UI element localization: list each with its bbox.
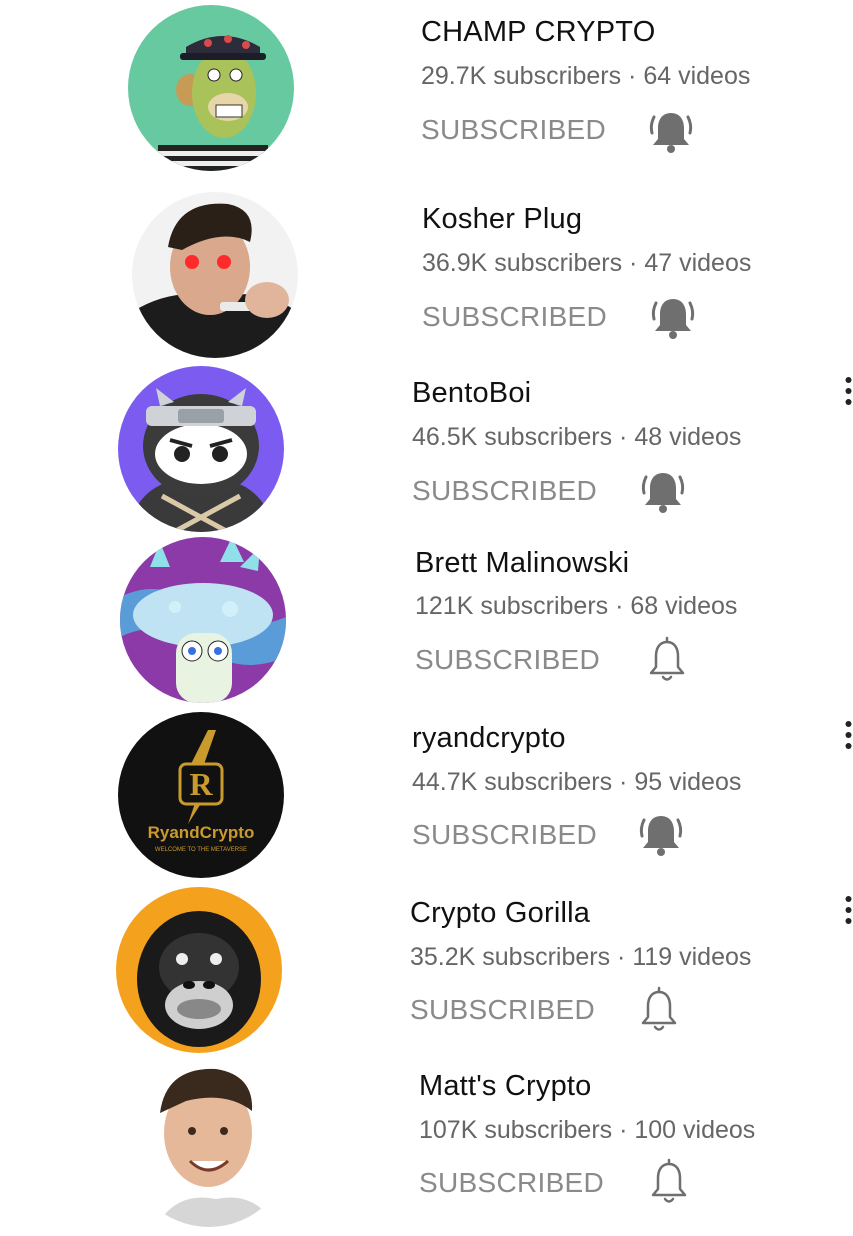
svg-text:R: R (189, 766, 213, 802)
channel-stats: 36.9K subscribers · 47 videos (422, 249, 752, 277)
channel-row[interactable]: Matt's Crypto 107K subscribers · 100 vid… (0, 1061, 853, 1236)
bell-ringing-icon[interactable] (638, 810, 684, 860)
video-count: 119 videos (632, 943, 752, 971)
subscribed-button[interactable]: SUBSCRIBED (419, 1167, 604, 1199)
video-count: 95 videos (634, 768, 742, 796)
channel-avatar[interactable] (116, 887, 282, 1053)
subscribed-button[interactable]: SUBSCRIBED (410, 994, 595, 1026)
subscriber-count: 44.7K subscribers (412, 768, 613, 796)
channel-avatar[interactable] (118, 366, 284, 532)
channel-avatar[interactable] (132, 192, 298, 358)
bell-ringing-icon[interactable] (650, 293, 696, 343)
subscriber-count: 46.5K subscribers (412, 423, 613, 451)
channel-avatar[interactable] (120, 537, 286, 703)
channel-name[interactable]: CHAMP CRYPTO (421, 16, 655, 49)
subscriber-count: 121K subscribers (415, 592, 609, 620)
video-count: 48 videos (634, 423, 742, 451)
channel-name[interactable]: Crypto Gorilla (410, 897, 590, 930)
channel-row[interactable]: BentoBoi 46.5K subscribers · 48 videos S… (0, 362, 853, 537)
channel-stats: 107K subscribers · 100 videos (419, 1116, 756, 1144)
gorilla-icon (116, 887, 282, 1053)
subscribed-button[interactable]: SUBSCRIBED (422, 301, 607, 333)
ape-icon (128, 5, 294, 171)
person-photo-icon (126, 1061, 292, 1227)
channel-row[interactable]: CHAMP CRYPTO 29.7K subscribers · 64 vide… (0, 0, 853, 175)
channel-stats: 121K subscribers · 68 videos (415, 592, 738, 620)
video-count: 47 videos (644, 249, 752, 277)
channel-name[interactable]: ryandcrypto (412, 722, 566, 755)
subscriber-count: 36.9K subscribers (422, 249, 623, 277)
channel-stats: 46.5K subscribers · 48 videos (412, 423, 742, 451)
channel-row[interactable]: Kosher Plug 36.9K subscribers · 47 video… (0, 187, 853, 362)
logo-title: RyandCrypto (148, 823, 255, 842)
more-options-icon[interactable] (844, 895, 853, 925)
subscribed-button[interactable]: SUBSCRIBED (421, 114, 606, 146)
channel-stats: 29.7K subscribers · 64 videos (421, 62, 751, 90)
logo-tagline: WELCOME TO THE METAVERSE (155, 847, 247, 853)
channel-name[interactable]: Matt's Crypto (419, 1070, 592, 1103)
channel-avatar[interactable]: R RyandCrypto WELCOME TO THE METAVERSE (118, 712, 284, 878)
person-photo-icon (132, 192, 298, 358)
channel-row[interactable]: Brett Malinowski 121K subscribers · 68 v… (0, 537, 853, 712)
more-options-icon[interactable] (844, 376, 853, 406)
subscriber-count: 29.7K subscribers (421, 62, 622, 90)
channel-name[interactable]: Kosher Plug (422, 203, 582, 236)
bell-ringing-icon[interactable] (648, 107, 694, 157)
channel-avatar[interactable] (128, 5, 294, 171)
bell-ringing-icon[interactable] (640, 467, 686, 517)
channel-avatar[interactable] (126, 1061, 292, 1227)
video-count: 68 videos (630, 592, 738, 620)
subscribed-button[interactable]: SUBSCRIBED (412, 475, 597, 507)
bell-outline-icon[interactable] (636, 985, 682, 1035)
subscriber-count: 107K subscribers (419, 1116, 613, 1144)
subscribed-button[interactable]: SUBSCRIBED (412, 819, 597, 851)
subscriber-count: 35.2K subscribers (410, 943, 611, 971)
video-count: 64 videos (643, 62, 751, 90)
more-options-icon[interactable] (844, 720, 853, 750)
channel-row[interactable]: R RyandCrypto WELCOME TO THE METAVERSE r… (0, 712, 853, 887)
channel-name[interactable]: Brett Malinowski (415, 547, 629, 580)
ryandcrypto-logo-icon: R RyandCrypto WELCOME TO THE METAVERSE (118, 712, 284, 878)
ninja-icon (118, 366, 284, 532)
channel-stats: 35.2K subscribers · 119 videos (410, 943, 752, 971)
channel-name[interactable]: BentoBoi (412, 377, 531, 410)
channel-stats: 44.7K subscribers · 95 videos (412, 768, 742, 796)
subscribed-button[interactable]: SUBSCRIBED (415, 644, 600, 676)
channel-row[interactable]: Crypto Gorilla 35.2K subscribers · 119 v… (0, 887, 853, 1062)
mushroom-icon (120, 537, 286, 703)
bell-outline-icon[interactable] (644, 635, 690, 685)
video-count: 100 videos (634, 1116, 756, 1144)
